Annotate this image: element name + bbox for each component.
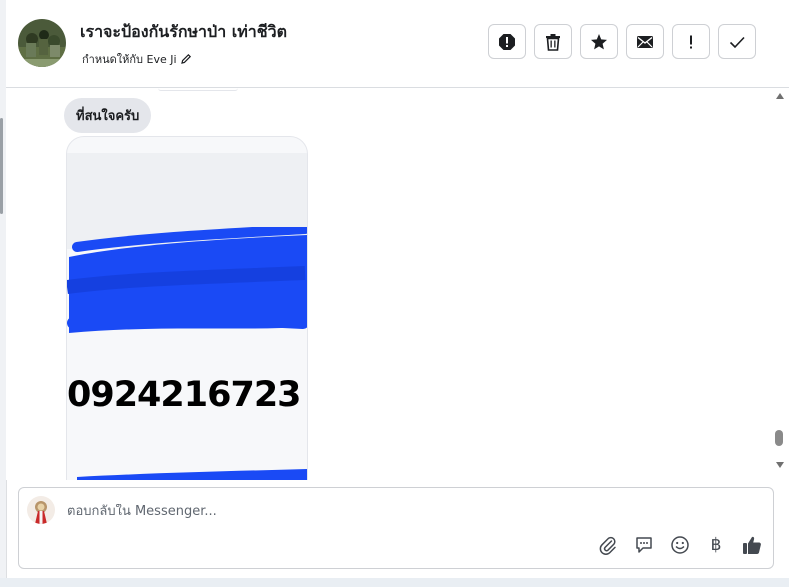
paperclip-icon bbox=[599, 536, 616, 555]
contact-avatar[interactable] bbox=[18, 19, 66, 67]
phone-number-text: 0924216723 bbox=[67, 375, 302, 415]
check-icon bbox=[729, 36, 745, 48]
baht-icon: ฿ bbox=[710, 535, 722, 555]
pencil-icon[interactable] bbox=[180, 53, 192, 65]
scroll-down-arrow-icon[interactable] bbox=[776, 462, 784, 468]
envelope-icon bbox=[637, 35, 653, 48]
saved-replies-button[interactable] bbox=[633, 534, 655, 556]
mark-unread-button[interactable] bbox=[626, 24, 664, 59]
star-icon bbox=[591, 33, 607, 49]
attach-button[interactable] bbox=[597, 534, 619, 556]
previous-message-edge bbox=[158, 88, 238, 91]
report-spam-button[interactable] bbox=[488, 24, 526, 59]
thread-scrollbar[interactable] bbox=[771, 88, 789, 480]
conversation-title: เราจะป้องกันรักษาป่า เท่าชีวิต bbox=[80, 22, 287, 41]
message-bubble: ที่สนใจครับ bbox=[64, 98, 152, 133]
reply-input[interactable] bbox=[67, 504, 667, 519]
conversation-actions bbox=[488, 24, 756, 59]
page-avatar bbox=[27, 496, 55, 524]
assigned-to-label: กำหนดให้กับ Eve Ji bbox=[82, 53, 177, 66]
bottom-strip bbox=[0, 578, 789, 587]
follow-up-button[interactable] bbox=[672, 24, 710, 59]
redaction-scribble-bottom bbox=[77, 469, 307, 480]
like-button[interactable] bbox=[741, 534, 763, 556]
mark-done-button[interactable] bbox=[718, 24, 756, 59]
payment-button[interactable]: ฿ bbox=[705, 534, 727, 556]
reply-composer: ฿ bbox=[18, 487, 774, 569]
exclamation-icon bbox=[690, 35, 692, 48]
trash-icon bbox=[546, 33, 560, 51]
redaction-scribble-top bbox=[67, 227, 307, 333]
conversation-header: เราจะป้องกันรักษาป่า เท่าชีวิต กำหนดให้ก… bbox=[6, 0, 789, 88]
left-panel-scrollbar[interactable] bbox=[0, 118, 3, 214]
scroll-thumb[interactable] bbox=[775, 430, 783, 446]
thumbs-up-icon bbox=[743, 536, 761, 554]
emoji-icon bbox=[671, 536, 689, 554]
scroll-up-arrow-icon[interactable] bbox=[776, 93, 784, 99]
assigned-to[interactable]: กำหนดให้กับ Eve Ji bbox=[82, 50, 192, 68]
emoji-button[interactable] bbox=[669, 534, 691, 556]
composer-tools: ฿ bbox=[597, 534, 763, 556]
delete-button[interactable] bbox=[534, 24, 572, 59]
message-thread[interactable]: ที่สนใจครับ 0924216723 bbox=[6, 88, 771, 480]
image-attachment[interactable]: 0924216723 bbox=[66, 136, 308, 480]
star-button[interactable] bbox=[580, 24, 618, 59]
saved-reply-icon bbox=[636, 537, 652, 553]
report-icon bbox=[499, 33, 515, 50]
